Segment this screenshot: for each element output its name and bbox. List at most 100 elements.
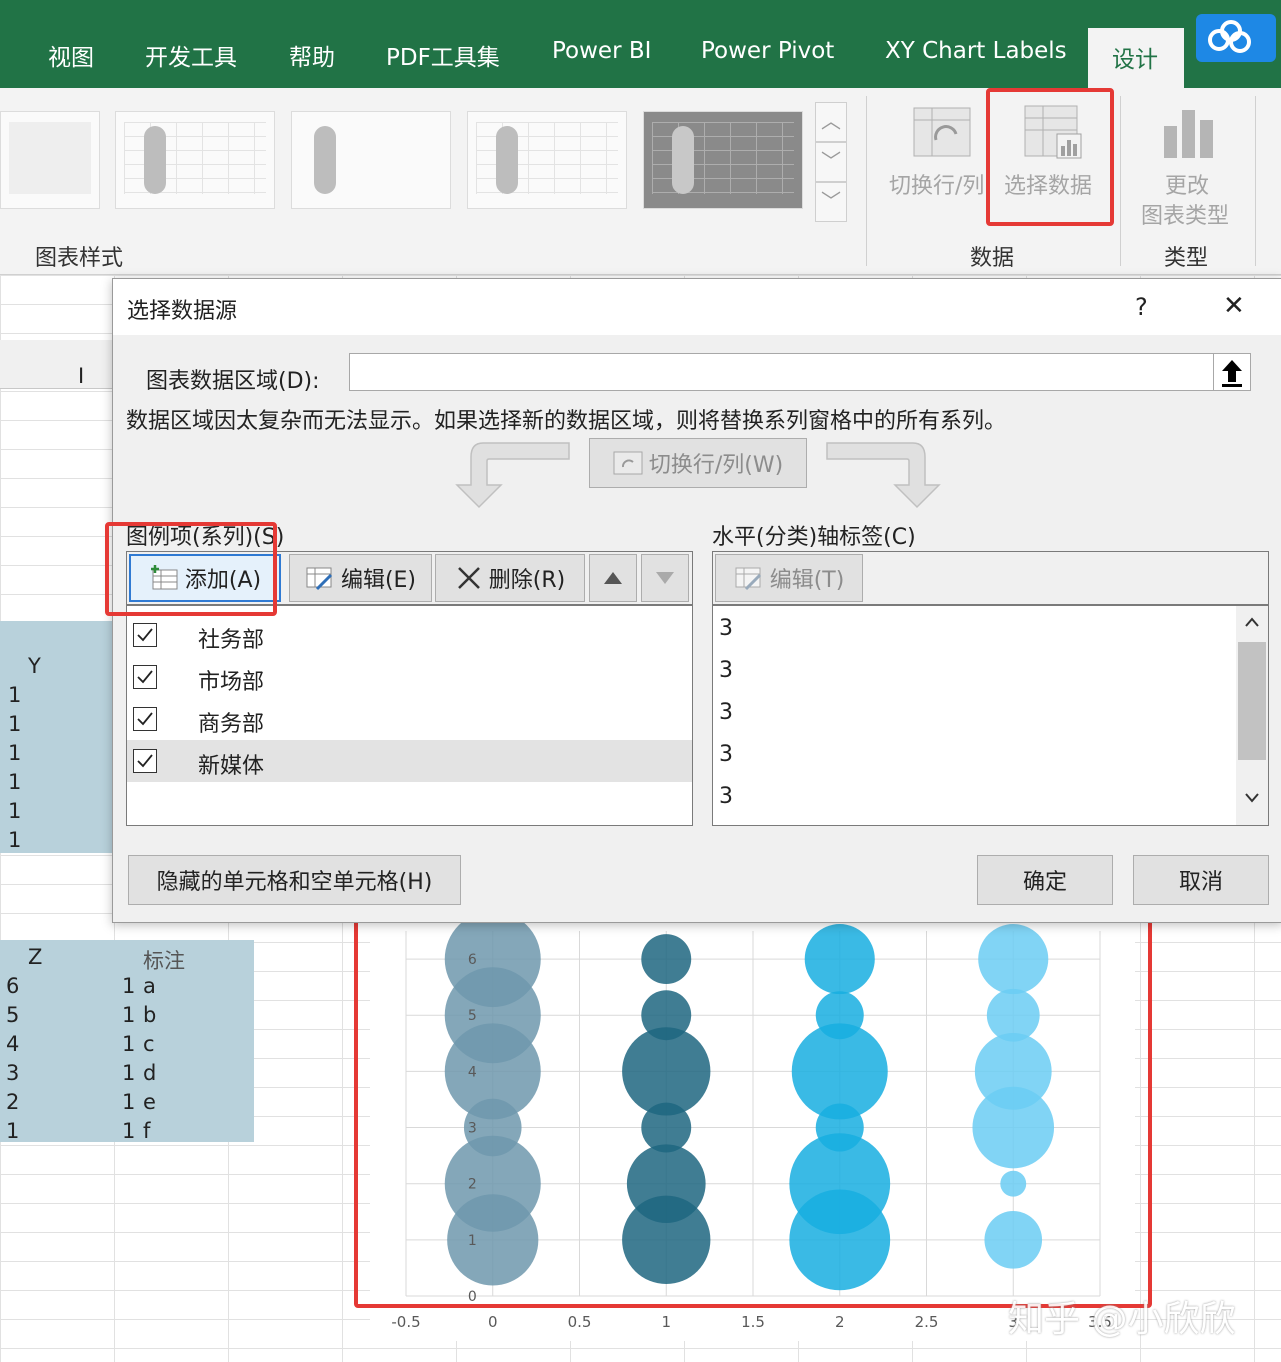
list-item[interactable]: 3 (719, 742, 733, 767)
label-cell[interactable]: f (143, 1119, 150, 1143)
z-cell[interactable]: 1 (6, 1119, 19, 1143)
range-collapse-button[interactable] (1213, 353, 1251, 391)
chart-style-thumb-3[interactable] (291, 111, 451, 209)
y-header[interactable]: Y (28, 654, 41, 678)
series-list[interactable]: 社务部 市场部 商务部 新媒体 (126, 605, 693, 826)
watermark: 知乎 @小欣欣 (1008, 1299, 1236, 1340)
n-cell[interactable]: 1 (122, 1090, 135, 1114)
tab-view[interactable]: 视图 (48, 38, 94, 72)
x-tick-label: 0.5 (568, 1313, 592, 1331)
axis-labels-title: 水平(分类)轴标签(C) (712, 525, 916, 550)
tab-power-bi[interactable]: Power BI (552, 38, 651, 64)
z-cell[interactable]: 4 (6, 1032, 19, 1056)
series-checkbox[interactable] (133, 665, 157, 689)
cloud-icon (1208, 20, 1251, 53)
tab-design[interactable]: 设计 (1088, 28, 1184, 90)
scrollbar-thumb[interactable] (1238, 642, 1266, 760)
close-button[interactable]: ✕ (1223, 291, 1245, 321)
styles-scroll-down[interactable]: ﹀ (815, 142, 847, 182)
cancel-button[interactable]: 取消 (1133, 855, 1269, 905)
axis-list-scrollbar[interactable] (1236, 606, 1268, 825)
delete-series-button[interactable]: 删除(R) (435, 554, 585, 602)
list-item[interactable]: 3 (719, 616, 733, 641)
tab-power-pivot[interactable]: Power Pivot (701, 38, 834, 64)
label-cell[interactable]: d (143, 1061, 156, 1085)
tab-developer[interactable]: 开发工具 (145, 38, 237, 72)
edit-axis-labels-button[interactable]: 编辑(T) (715, 554, 863, 602)
series-checkbox[interactable] (133, 749, 157, 773)
series-checkbox[interactable] (133, 707, 157, 731)
x-tick-label: -0.5 (391, 1313, 420, 1331)
hidden-empty-cells-button[interactable]: 隐藏的单元格和空单元格(H) (128, 855, 461, 905)
highlight-chart (354, 896, 1152, 1308)
list-item[interactable]: 3 (719, 658, 733, 683)
axis-labels-list[interactable]: 3 3 3 3 3 (712, 605, 1269, 826)
styles-scroll-up[interactable]: ︿ (815, 102, 847, 142)
z-cell[interactable]: 5 (6, 1003, 19, 1027)
group-data: 数据 (970, 246, 1015, 271)
checkmark-icon (137, 670, 153, 684)
tab-help[interactable]: 帮助 (289, 38, 335, 72)
label-cell[interactable]: a (143, 974, 156, 998)
move-down-button[interactable] (641, 554, 689, 602)
y-cell[interactable]: 1 (8, 741, 21, 765)
y-cell[interactable]: 1 (8, 683, 21, 707)
right-curve-arrow-icon (826, 442, 941, 509)
chevron-down-icon[interactable] (1244, 792, 1260, 804)
styles-more[interactable]: ﹀ (815, 182, 847, 222)
list-item[interactable]: 3 (719, 784, 733, 809)
z-header[interactable]: Z (28, 945, 42, 969)
switch-row-col-dialog-button[interactable]: 切换行/列(W) (589, 438, 807, 488)
y-cell[interactable]: 1 (8, 712, 21, 736)
move-up-button[interactable] (589, 554, 637, 602)
label-cell[interactable]: b (143, 1003, 156, 1027)
label-cell[interactable]: e (143, 1090, 156, 1114)
switch-row-col-icon (913, 107, 971, 157)
n-cell[interactable]: 1 (122, 1003, 135, 1027)
cancel-label: 取消 (1178, 870, 1223, 895)
chart-style-thumb-2[interactable] (115, 111, 275, 209)
checkmark-icon (137, 628, 153, 642)
ok-button[interactable]: 确定 (977, 855, 1113, 905)
chevron-up-icon[interactable] (1244, 616, 1260, 628)
y-cell[interactable]: 1 (8, 799, 21, 823)
list-item[interactable]: 3 (719, 700, 733, 725)
switch-row-col-button[interactable]: 切换行/列 (889, 168, 984, 200)
x-tick-label: 1.5 (741, 1313, 765, 1331)
n-cell[interactable]: 1 (122, 1119, 135, 1143)
note-header[interactable]: 标注 (143, 945, 185, 975)
change-chart-type-line2[interactable]: 图表类型 (1141, 198, 1229, 230)
edit-series-button[interactable]: 编辑(E) (289, 554, 432, 602)
z-cell[interactable]: 3 (6, 1061, 19, 1085)
chart-style-thumb-4[interactable] (467, 111, 627, 209)
change-chart-type-line1[interactable]: 更改 (1165, 168, 1209, 200)
n-cell[interactable]: 1 (122, 1032, 135, 1056)
chart-style-thumb-5[interactable] (643, 111, 803, 209)
checkmark-icon (137, 712, 153, 726)
y-cell[interactable]: 1 (8, 828, 21, 852)
edit-series-label: 编辑(E) (340, 568, 417, 593)
n-cell[interactable]: 1 (122, 974, 135, 998)
hidden-empty-cells-label: 隐藏的单元格和空单元格(H) (156, 870, 433, 895)
help-button[interactable]: ? (1135, 293, 1148, 321)
group-type: 类型 (1164, 246, 1209, 271)
z-cell[interactable]: 2 (6, 1090, 19, 1114)
series-checkbox[interactable] (133, 623, 157, 647)
left-curve-arrow-icon (455, 442, 570, 509)
series-label: 市场部 (198, 670, 265, 695)
chart-range-input[interactable] (349, 353, 1251, 391)
n-cell[interactable]: 1 (122, 1061, 135, 1085)
z-cell[interactable]: 6 (6, 974, 19, 998)
select-data-source-dialog: 选择数据源 ? ✕ 图表数据区域(D): 数据区域因太复杂而无法显示。如果选择新… (105, 278, 1281, 923)
column-header-i[interactable]: I (78, 364, 84, 388)
y-cell[interactable]: 1 (8, 770, 21, 794)
cloud-button[interactable] (1196, 14, 1276, 62)
edit-table-icon (306, 567, 333, 591)
tab-xy-chart-labels[interactable]: XY Chart Labels (885, 38, 1067, 64)
series-label: 商务部 (198, 712, 265, 737)
label-cell[interactable]: c (143, 1032, 155, 1056)
tab-pdf-tools[interactable]: PDF工具集 (386, 38, 500, 72)
switch-row-col-dialog-label: 切换行/列(W) (648, 453, 784, 478)
arrow-up-icon (1222, 360, 1242, 387)
chart-style-thumb-1[interactable] (0, 111, 100, 209)
